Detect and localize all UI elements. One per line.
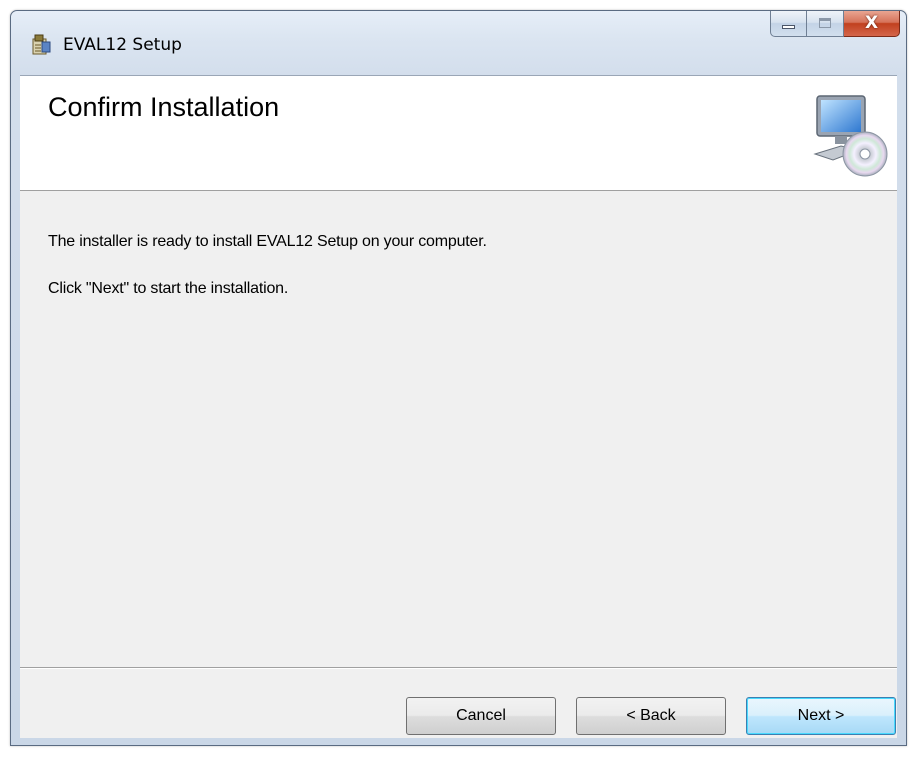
back-button[interactable]: < Back [576, 697, 726, 735]
maximize-icon [819, 18, 831, 28]
cancel-button[interactable]: Cancel [406, 697, 556, 735]
dialog-client-area: Confirm Installation The installer is re… [20, 75, 897, 738]
footer-divider [20, 667, 897, 669]
maximize-button[interactable] [807, 11, 844, 37]
setup-window: EVAL12 Setup X Confirm Installation The … [10, 10, 907, 746]
ready-message: The installer is ready to install EVAL12… [48, 233, 487, 250]
page-title: Confirm Installation [48, 92, 280, 122]
dialog-header: Confirm Installation [20, 76, 897, 191]
instruction-message: Click "Next" to start the installation. [48, 280, 289, 297]
close-icon: X [864, 13, 879, 33]
computer-cd-icon [813, 95, 888, 177]
minimize-button[interactable] [770, 11, 807, 37]
window-title: EVAL12 Setup [63, 35, 182, 55]
installer-icon [32, 34, 51, 55]
title-bar[interactable]: EVAL12 Setup X [11, 11, 906, 75]
caption-buttons: X [770, 11, 900, 37]
close-button[interactable]: X [844, 11, 900, 37]
minimize-icon [782, 25, 795, 29]
next-button[interactable]: Next > [746, 697, 896, 735]
